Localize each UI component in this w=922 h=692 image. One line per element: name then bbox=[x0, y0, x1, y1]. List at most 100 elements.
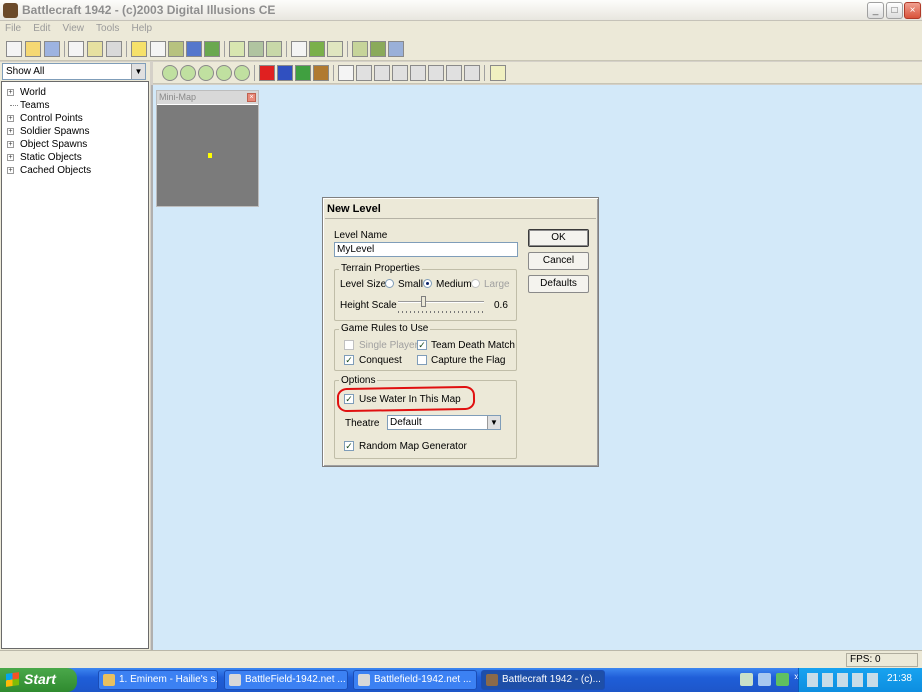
taskbar-item-media-player[interactable]: 1. Eminem - Hailie's s... bbox=[98, 670, 218, 690]
taskbar-item-label: Battlefield-1942.net ... bbox=[374, 674, 472, 685]
sun-icon[interactable] bbox=[131, 41, 147, 57]
size-small-radio[interactable] bbox=[385, 279, 394, 288]
menu-help[interactable]: Help bbox=[126, 21, 156, 34]
tree-item-world[interactable]: + World bbox=[2, 86, 148, 99]
tree-item-cached-objects[interactable]: + Cached Objects bbox=[2, 164, 148, 177]
tree-item-soldier-spawns[interactable]: + Soldier Spawns bbox=[2, 125, 148, 138]
quick-launch-icon[interactable] bbox=[740, 673, 753, 686]
tree-item-control-points[interactable]: + Control Points bbox=[2, 112, 148, 125]
tree-item-static-objects[interactable]: + Static Objects bbox=[2, 151, 148, 164]
menu-tools[interactable]: Tools bbox=[91, 21, 123, 34]
minimize-button[interactable]: _ bbox=[867, 2, 884, 19]
move-icon[interactable] bbox=[356, 65, 372, 81]
place-object-icon[interactable] bbox=[490, 65, 506, 81]
brown-shape-icon[interactable] bbox=[313, 65, 329, 81]
camera-2-icon[interactable] bbox=[180, 65, 196, 81]
chevron-down-icon[interactable]: ▼ bbox=[487, 416, 500, 429]
rotate-2-icon[interactable] bbox=[410, 65, 426, 81]
red-cube-icon[interactable] bbox=[259, 65, 275, 81]
terrain-paint-icon[interactable] bbox=[248, 41, 264, 57]
tank-icon[interactable] bbox=[186, 41, 202, 57]
minimap-close-icon[interactable]: × bbox=[247, 93, 256, 102]
size-medium-radio[interactable] bbox=[423, 279, 432, 288]
paste-icon[interactable] bbox=[106, 41, 122, 57]
menu-edit[interactable]: Edit bbox=[28, 21, 54, 34]
filter-dropdown[interactable]: Show All ▼ bbox=[2, 63, 146, 80]
conquest-checkbox[interactable]: ✓ bbox=[344, 355, 354, 365]
move-vertical-icon[interactable] bbox=[374, 65, 390, 81]
select-arrow-icon[interactable] bbox=[338, 65, 354, 81]
document-icon bbox=[358, 674, 370, 686]
save-icon[interactable] bbox=[44, 41, 60, 57]
object-tree[interactable]: + World Teams + Control Points + Soldier… bbox=[1, 81, 149, 649]
capture-the-flag-label: Capture the Flag bbox=[431, 355, 506, 366]
snap-icon[interactable] bbox=[446, 65, 462, 81]
minimap-canvas[interactable] bbox=[157, 105, 258, 206]
cancel-button[interactable]: Cancel bbox=[528, 252, 589, 270]
height-scale-ticks bbox=[398, 311, 484, 313]
expand-icon[interactable]: + bbox=[7, 154, 14, 161]
random-map-generator-checkbox[interactable]: ✓ bbox=[344, 441, 354, 451]
window-icon[interactable] bbox=[150, 41, 166, 57]
expand-icon[interactable]: + bbox=[7, 141, 14, 148]
cut-icon[interactable] bbox=[68, 41, 84, 57]
grid-map-icon[interactable] bbox=[204, 41, 220, 57]
expand-icon[interactable]: + bbox=[7, 89, 14, 96]
expand-icon[interactable]: + bbox=[7, 128, 14, 135]
grid-icon[interactable] bbox=[291, 41, 307, 57]
tree-item-object-spawns[interactable]: + Object Spawns bbox=[2, 138, 148, 151]
team-death-match-checkbox[interactable]: ✓ bbox=[417, 340, 427, 350]
single-player-label: Single Player bbox=[359, 340, 418, 351]
rotate-3-icon[interactable] bbox=[428, 65, 444, 81]
maximize-button[interactable]: □ bbox=[886, 2, 903, 19]
texture-icon[interactable] bbox=[309, 41, 325, 57]
blue-shape-icon[interactable] bbox=[277, 65, 293, 81]
expand-icon[interactable]: + bbox=[7, 167, 14, 174]
align-icon[interactable] bbox=[464, 65, 480, 81]
tree-item-teams[interactable]: Teams bbox=[2, 99, 148, 112]
quick-launch-icon[interactable] bbox=[758, 673, 771, 686]
size-large-label: Large bbox=[484, 279, 510, 290]
tree-item-label: Teams bbox=[20, 100, 50, 111]
ok-button[interactable]: OK bbox=[528, 229, 589, 247]
capture-the-flag-checkbox[interactable] bbox=[417, 355, 427, 365]
objects-icon[interactable] bbox=[352, 41, 368, 57]
windows-logo-icon bbox=[6, 672, 19, 687]
open-folder-icon[interactable] bbox=[25, 41, 41, 57]
start-label: Start bbox=[24, 671, 56, 687]
theatre-dropdown[interactable]: Default ▼ bbox=[387, 415, 501, 430]
taskbar-item-battlecraft[interactable]: Battlecraft 1942 - (c)... bbox=[481, 670, 605, 690]
tray-icons[interactable] bbox=[807, 673, 881, 687]
start-button[interactable]: Start bbox=[0, 668, 77, 692]
copy-icon[interactable] bbox=[87, 41, 103, 57]
level-name-input[interactable]: MyLevel bbox=[334, 242, 518, 257]
camera-3-icon[interactable] bbox=[198, 65, 214, 81]
tree-connector bbox=[10, 105, 18, 106]
close-button[interactable]: × bbox=[904, 2, 921, 19]
grid-fine-icon[interactable] bbox=[327, 41, 343, 57]
expand-icon[interactable]: + bbox=[7, 115, 14, 122]
terrain-raise-icon[interactable] bbox=[266, 41, 282, 57]
taskbar-item-browser-1[interactable]: BattleField-1942.net ... bbox=[224, 670, 348, 690]
map-icon[interactable] bbox=[370, 41, 386, 57]
tree-item-label: Cached Objects bbox=[20, 165, 92, 176]
menu-file[interactable]: File bbox=[0, 21, 25, 34]
camera-1-icon[interactable] bbox=[162, 65, 178, 81]
terrain-icon[interactable] bbox=[229, 41, 245, 57]
soldiers-icon[interactable] bbox=[168, 41, 184, 57]
taskbar-item-browser-2[interactable]: Battlefield-1942.net ... bbox=[353, 670, 477, 690]
camera-5-icon[interactable] bbox=[234, 65, 250, 81]
quick-launch-icon[interactable] bbox=[776, 673, 789, 686]
defaults-button[interactable]: Defaults bbox=[528, 275, 589, 293]
new-file-icon[interactable] bbox=[6, 41, 22, 57]
green-shape-icon[interactable] bbox=[295, 65, 311, 81]
level-name-label: Level Name bbox=[334, 230, 388, 241]
height-scale-track[interactable] bbox=[398, 301, 484, 303]
rotate-icon[interactable] bbox=[392, 65, 408, 81]
menu-view[interactable]: View bbox=[57, 21, 88, 34]
globe-icon[interactable] bbox=[388, 41, 404, 57]
camera-4-icon[interactable] bbox=[216, 65, 232, 81]
toolbar-separator bbox=[484, 65, 485, 81]
chevron-down-icon[interactable]: ▼ bbox=[131, 64, 145, 79]
height-scale-slider[interactable] bbox=[421, 296, 426, 307]
